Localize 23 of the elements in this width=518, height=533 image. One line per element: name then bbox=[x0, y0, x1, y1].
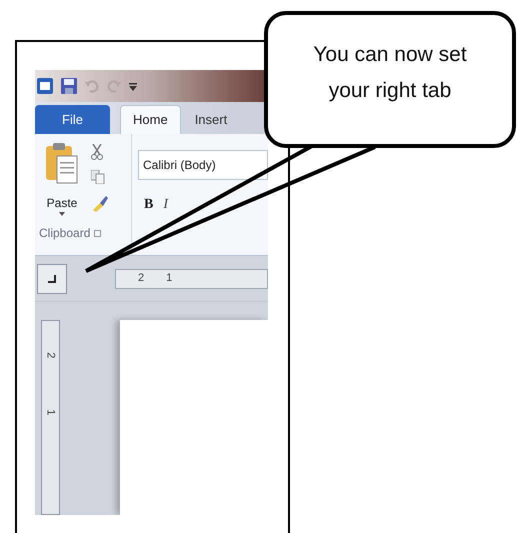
format-button[interactable]: I bbox=[163, 194, 168, 215]
clipboard-icon[interactable] bbox=[45, 142, 79, 184]
ruler-number: 2 bbox=[138, 271, 144, 286]
ribbon-tab[interactable]: Insert bbox=[188, 105, 234, 134]
ribbon-tab[interactable]: Home bbox=[120, 105, 181, 134]
customize-menu-icon[interactable] bbox=[129, 80, 137, 92]
ribbon-tab[interactable]: File bbox=[35, 105, 110, 134]
format-button[interactable]: B bbox=[144, 194, 154, 215]
tab-selector[interactable] bbox=[37, 264, 67, 294]
ruler-number: 1 bbox=[44, 408, 58, 415]
font-name-field[interactable]: Calibri (Body) bbox=[138, 150, 268, 180]
scissors-icon[interactable] bbox=[91, 144, 103, 160]
save-icon[interactable] bbox=[61, 78, 77, 94]
dialog-launcher-icon[interactable] bbox=[94, 230, 102, 236]
paste-label[interactable]: Paste bbox=[46, 194, 78, 212]
format-painter-icon[interactable] bbox=[91, 194, 109, 212]
group-label: Clipboard bbox=[39, 225, 90, 242]
dropdown-arrow-icon[interactable] bbox=[59, 212, 65, 216]
ruler-number: 2 bbox=[44, 352, 58, 358]
ruler-number: 1 bbox=[166, 271, 172, 286]
right-tab-icon bbox=[48, 274, 56, 282]
callout-text: You can now set your right tab bbox=[312, 42, 468, 104]
copy-icon[interactable] bbox=[91, 170, 105, 184]
